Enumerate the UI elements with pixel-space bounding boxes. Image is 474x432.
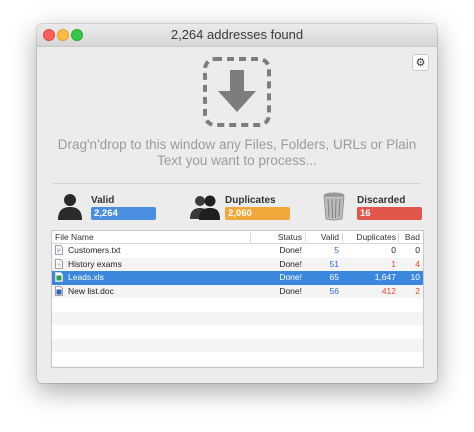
duplicates-label: Duplicates [225, 195, 276, 206]
column-header-file-name[interactable]: File Name [55, 231, 245, 243]
trash-icon [323, 192, 345, 221]
status-cell: Done! [279, 245, 302, 255]
file-name: New list.doc [68, 285, 114, 296]
valid-cell: 56 [329, 285, 339, 296]
file-name-cell: History exams [55, 258, 245, 272]
gear-icon: ⚙ [415, 57, 426, 69]
drop-zone-icon[interactable] [202, 56, 272, 128]
duplicates-cell: 1 [391, 258, 396, 269]
discarded-label: Discarded [357, 195, 406, 206]
valid-stat: Valid 2,264 [55, 191, 165, 223]
valid-count-bar: 2,264 [91, 207, 156, 220]
duplicates-cell: 412 [381, 285, 396, 296]
table-row-selected[interactable]: Leads.xls Done! 65 1,647 10 [52, 271, 423, 285]
bad-cell: 4 [415, 258, 420, 269]
settings-button[interactable]: ⚙ [412, 54, 429, 71]
app-window: 2,264 addresses found ⚙ Drag'n'drop to t… [37, 24, 437, 383]
bad-cell: 2 [415, 285, 420, 296]
empty-row [52, 338, 423, 352]
table-row[interactable]: Customers.txt Done! 5 0 0 [52, 244, 423, 258]
column-divider [305, 233, 306, 242]
status-cell: Done! [279, 272, 302, 282]
table-header: File Name Status Valid Duplicates Bad [52, 231, 423, 244]
person-icon [58, 194, 82, 220]
bad-cell: 10 [410, 272, 420, 282]
duplicates-cell: 1,647 [374, 272, 396, 282]
empty-row [52, 311, 423, 325]
file-name: Leads.xls [68, 272, 104, 282]
discarded-count-bar: 16 [357, 207, 422, 220]
files-table[interactable]: File Name Status Valid Duplicates Bad Cu… [51, 230, 424, 368]
column-header-bad[interactable]: Bad [400, 231, 420, 243]
empty-row [52, 365, 423, 367]
file-name-cell: Leads.xls [55, 271, 245, 285]
table-row[interactable]: History exams Done! 51 1 4 [52, 257, 423, 272]
text-file-icon [55, 245, 63, 255]
empty-row [52, 352, 423, 366]
file-name-cell: Customers.txt [55, 244, 245, 258]
duplicates-cell: 0 [391, 245, 396, 255]
bad-cell: 0 [415, 245, 420, 255]
status-cell: Done! [279, 258, 302, 269]
drop-zone-line-2: Text you want to process... [157, 153, 317, 168]
valid-label: Valid [91, 195, 115, 206]
drop-zone-instructions: Drag'n'drop to this window any Files, Fo… [57, 137, 417, 169]
duplicates-stat: Duplicates 2,060 [189, 191, 299, 223]
drop-zone-line-1: Drag'n'drop to this window any Files, Fo… [57, 137, 417, 152]
discarded-stat: Discarded 16 [321, 191, 431, 223]
empty-row [52, 325, 423, 339]
word-doc-icon [55, 285, 63, 296]
title-bar[interactable]: 2,264 addresses found [37, 24, 437, 47]
document-icon [55, 258, 63, 269]
status-cell: Done! [279, 285, 302, 296]
people-icon [190, 195, 220, 220]
spreadsheet-icon [55, 272, 63, 282]
valid-cell: 5 [334, 245, 339, 255]
empty-row [52, 298, 423, 312]
arrow-down-icon [218, 70, 256, 112]
valid-cell: 65 [329, 272, 339, 282]
column-header-valid[interactable]: Valid [307, 231, 339, 243]
column-divider [342, 233, 343, 242]
window-title: 2,264 addresses found [170, 27, 304, 42]
file-name: History exams [68, 258, 122, 269]
divider [53, 183, 421, 184]
table-row[interactable]: New list.doc Done! 56 412 2 [52, 284, 423, 299]
file-name-cell: New list.doc [55, 285, 245, 299]
column-divider [398, 233, 399, 242]
valid-cell: 51 [329, 258, 339, 269]
duplicates-count-bar: 2,060 [225, 207, 290, 220]
column-header-status[interactable]: Status [251, 231, 302, 243]
column-header-duplicates[interactable]: Duplicates [344, 231, 396, 243]
file-name: Customers.txt [68, 245, 121, 255]
